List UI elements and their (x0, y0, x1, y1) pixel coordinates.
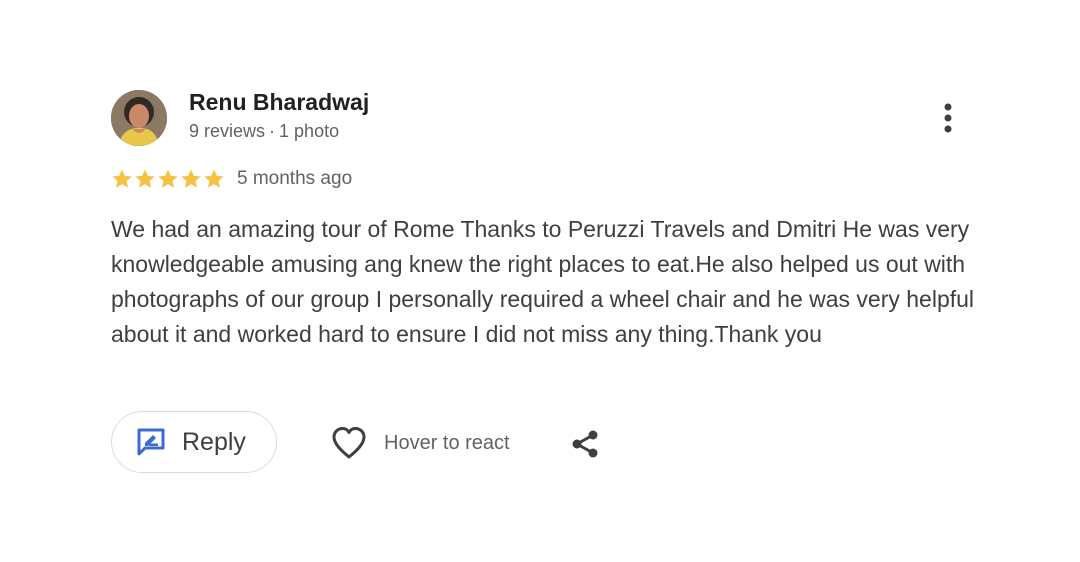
star-icon (135, 169, 155, 188)
star-rating (111, 168, 226, 190)
more-options-button[interactable] (930, 98, 966, 138)
review-card: Renu Bharadwaj 9 reviews · 1 photo 5 month… (0, 0, 1080, 562)
rating-row: 5 months ago (111, 166, 352, 192)
review-date: 5 months ago (237, 168, 353, 189)
star-icon (158, 169, 178, 188)
avatar[interactable] (111, 90, 167, 146)
share-button[interactable] (566, 425, 604, 463)
more-vert-icon (944, 103, 952, 133)
star-icon (112, 169, 132, 188)
meta-separator: · (269, 121, 276, 141)
photos-count: 1 photo (279, 121, 340, 141)
avatar-photo (111, 90, 167, 146)
reviews-count: 9 reviews (189, 121, 266, 141)
reply-button[interactable]: Reply (111, 411, 277, 473)
reply-label: Reply (182, 427, 246, 456)
heart-icon (332, 427, 366, 459)
star-icon (204, 169, 224, 188)
reply-edit-icon (137, 428, 165, 456)
react-button[interactable]: Hover to react (330, 424, 510, 462)
react-label: Hover to react (384, 431, 510, 454)
review-text: We had an amazing tour of Rome Thanks to… (111, 216, 975, 347)
author-meta: 9 reviews · 1 photo (189, 121, 339, 142)
star-icon (181, 169, 201, 188)
share-icon (572, 430, 598, 458)
author-name[interactable]: Renu Bharadwaj (189, 89, 369, 116)
